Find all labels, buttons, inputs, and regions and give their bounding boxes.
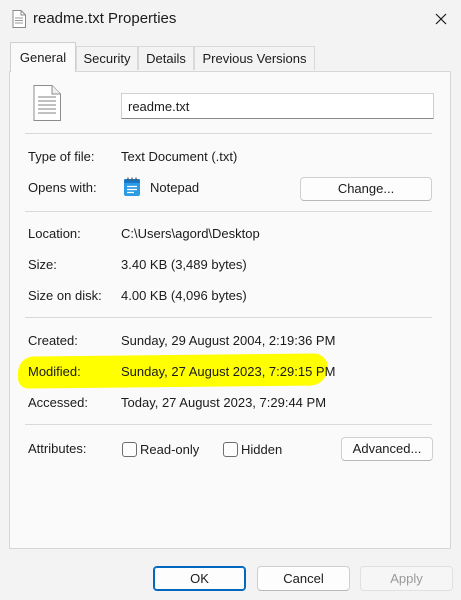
hidden-label: Hidden xyxy=(241,442,283,457)
document-icon xyxy=(33,85,61,121)
created-label: Created: xyxy=(28,333,78,348)
tab-security[interactable]: Security xyxy=(76,46,138,70)
close-button[interactable] xyxy=(420,0,461,38)
readonly-label: Read-only xyxy=(140,442,200,457)
tab-details[interactable]: Details xyxy=(138,46,194,70)
hidden-checkbox[interactable] xyxy=(223,442,238,457)
ok-button[interactable]: OK xyxy=(153,566,246,591)
tab-previous-versions[interactable]: Previous Versions xyxy=(194,46,315,70)
type-value: Text Document (.txt) xyxy=(121,149,238,164)
tab-general[interactable]: General xyxy=(10,42,76,72)
close-icon xyxy=(435,13,446,25)
accessed-value: Today, 27 August 2023, 7:29:44 PM xyxy=(121,395,327,410)
accessed-label: Accessed: xyxy=(28,395,88,410)
modified-label: Modified: xyxy=(28,364,81,379)
change-button[interactable]: Change... xyxy=(300,177,432,201)
separator xyxy=(25,317,432,318)
size-value: 3.40 KB (3,489 bytes) xyxy=(121,257,247,272)
separator xyxy=(25,133,432,134)
advanced-button[interactable]: Advanced... xyxy=(341,437,433,461)
type-label: Type of file: xyxy=(28,149,95,164)
created-value: Sunday, 29 August 2004, 2:19:36 PM xyxy=(121,333,336,348)
opens-with-value: Notepad xyxy=(150,180,200,195)
size-label: Size: xyxy=(28,257,57,272)
apply-button[interactable]: Apply xyxy=(360,566,453,591)
separator xyxy=(25,211,432,212)
text-file-icon xyxy=(12,10,26,28)
size-on-disk-label: Size on disk: xyxy=(28,288,102,303)
attributes-label: Attributes: xyxy=(28,441,87,456)
separator xyxy=(25,424,432,425)
notepad-icon xyxy=(123,177,141,197)
opens-with-label: Opens with: xyxy=(28,180,97,195)
modified-value: Sunday, 27 August 2023, 7:29:15 PM xyxy=(121,364,336,379)
window-title: readme.txt Properties xyxy=(33,10,177,27)
readonly-checkbox[interactable] xyxy=(122,442,137,457)
general-tab-panel xyxy=(9,71,451,549)
location-value: C:\Users\agord\Desktop xyxy=(121,226,260,241)
cancel-button[interactable]: Cancel xyxy=(257,566,350,591)
location-label: Location: xyxy=(28,226,81,241)
file-name-input[interactable] xyxy=(121,93,434,119)
size-on-disk-value: 4.00 KB (4,096 bytes) xyxy=(121,288,247,303)
